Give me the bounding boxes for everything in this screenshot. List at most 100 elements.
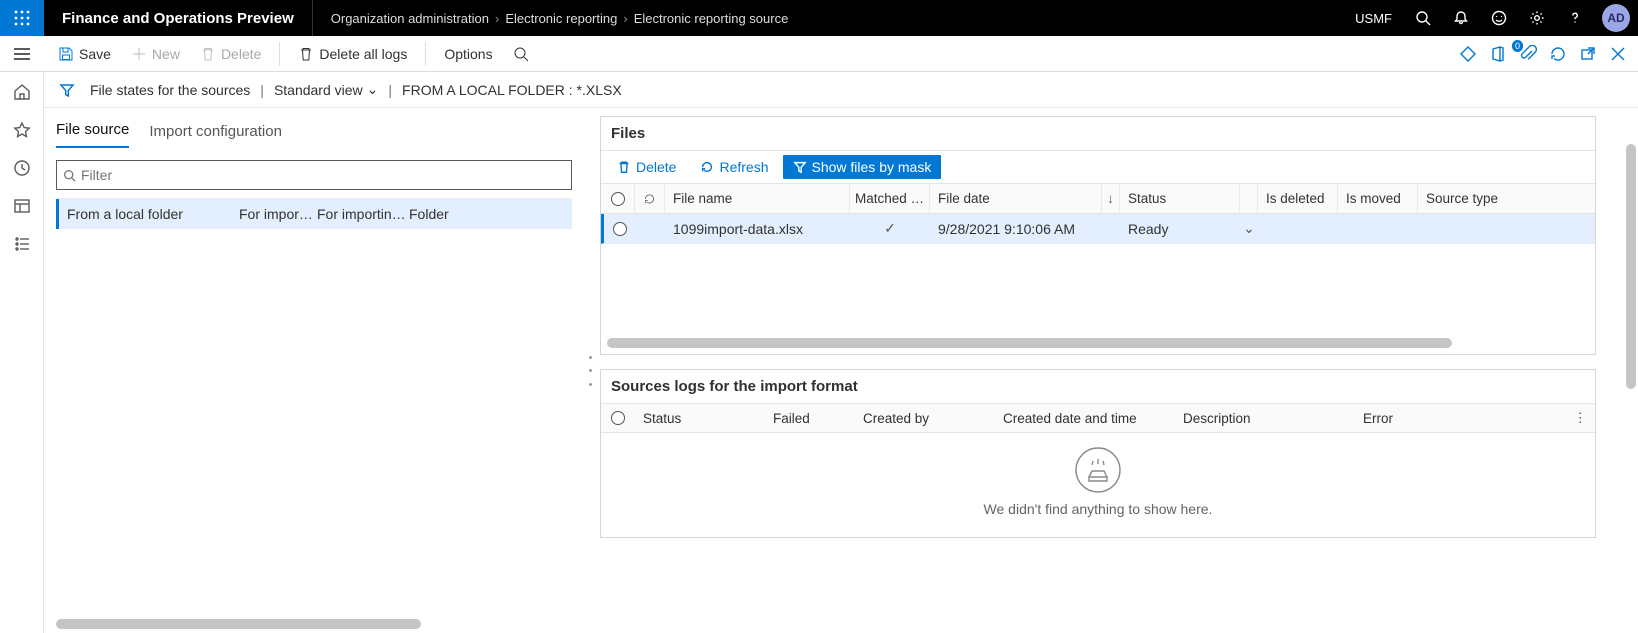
breadcrumb: Organization administration › Electronic… [313, 0, 1343, 36]
chevron-down-icon: ⌄ [367, 81, 379, 98]
col-log-status[interactable]: Status [635, 404, 765, 432]
file-source-panel: File source Import configuration From a … [44, 108, 584, 633]
cell-matched: ✓ [850, 214, 930, 243]
right-panel: Files Delete Refresh Show files by ma [596, 108, 1638, 633]
breadcrumb-item[interactable]: Electronic reporting [505, 11, 617, 26]
breadcrumb-item[interactable]: Electronic reporting source [634, 11, 789, 26]
separator: | [388, 82, 392, 98]
recent-icon[interactable] [12, 158, 32, 178]
action-bar: Save New Delete Delete all logs Options … [0, 36, 1638, 72]
office-icon[interactable] [1488, 44, 1508, 64]
filter-icon[interactable] [54, 82, 80, 98]
delete-button[interactable]: Delete [192, 38, 269, 70]
options-label: Options [444, 46, 492, 62]
filter-input-wrap[interactable] [56, 160, 572, 190]
logs-card: Sources logs for the import format Statu… [600, 369, 1596, 538]
breadcrumb-item[interactable]: Organization administration [331, 11, 489, 26]
col-matched[interactable]: Matched … [850, 184, 930, 213]
col-source-type[interactable]: Source type [1418, 184, 1595, 213]
page-filter-bar: File states for the sources | Standard v… [44, 72, 1638, 108]
attachments-icon[interactable]: 0 [1518, 44, 1538, 64]
feedback-icon[interactable] [1480, 0, 1518, 36]
col-log-error[interactable]: Error [1355, 404, 1566, 432]
view-label: Standard view [274, 82, 363, 98]
options-button[interactable]: Options [436, 38, 500, 70]
avatar[interactable]: AD [1602, 4, 1630, 32]
files-title: Files [601, 117, 1595, 150]
top-bar: Finance and Operations Preview Organizat… [0, 0, 1638, 36]
col-log-created-dt[interactable]: Created date and time [995, 404, 1175, 432]
more-columns-icon[interactable]: ⋮ [1566, 404, 1596, 432]
refresh-icon[interactable] [1548, 44, 1568, 64]
file-source-grid: From a local folder For impor… For impor… [56, 198, 572, 633]
view-selector[interactable]: Standard view ⌄ [274, 81, 378, 98]
save-button[interactable]: Save [50, 38, 119, 70]
fs-col3: For importin… [317, 206, 409, 222]
nav-toggle-button[interactable] [0, 36, 44, 72]
new-label: New [152, 46, 180, 62]
diamond-icon[interactable] [1458, 44, 1478, 64]
notifications-icon[interactable] [1442, 0, 1480, 36]
col-is-deleted[interactable]: Is deleted [1258, 184, 1338, 213]
cell-file-name: 1099import-data.xlsx [665, 214, 850, 243]
files-refresh-label: Refresh [719, 159, 768, 175]
horizontal-scrollbar[interactable] [607, 338, 1589, 348]
col-is-moved[interactable]: Is moved [1338, 184, 1418, 213]
sort-indicator-icon[interactable]: ↓ [1102, 184, 1120, 213]
empty-state: We didn't find anything to show here. [601, 433, 1595, 537]
files-delete-label: Delete [636, 159, 676, 175]
cell-status: Ready [1120, 214, 1240, 243]
col-status[interactable]: Status [1120, 184, 1240, 213]
row-checkbox[interactable] [613, 222, 627, 236]
files-delete-button[interactable]: Delete [607, 155, 686, 179]
tab-file-source[interactable]: File source [56, 121, 129, 148]
select-all-checkbox[interactable] [611, 192, 625, 206]
modules-icon[interactable] [12, 234, 32, 254]
app-launcher-button[interactable] [0, 0, 44, 36]
logs-grid-header: Status Failed Created by Created date an… [601, 403, 1595, 433]
app-title: Finance and Operations Preview [44, 0, 313, 36]
col-file-date[interactable]: File date [930, 184, 1102, 213]
filter-input[interactable] [81, 167, 565, 183]
actionbar-search-button[interactable] [505, 38, 537, 70]
show-files-by-mask-button[interactable]: Show files by mask [783, 155, 942, 179]
files-row[interactable]: 1099import-data.xlsx ✓ 9/28/2021 9:10:06… [601, 214, 1595, 244]
favorites-icon[interactable] [12, 120, 32, 140]
files-card: Files Delete Refresh Show files by ma [600, 116, 1596, 355]
col-log-description[interactable]: Description [1175, 404, 1355, 432]
select-all-checkbox[interactable] [611, 411, 625, 425]
horizontal-scrollbar[interactable] [56, 619, 512, 629]
company-selector[interactable]: USMF [1343, 0, 1404, 36]
col-log-created-by[interactable]: Created by [855, 404, 995, 432]
chevron-down-icon[interactable]: ⌄ [1240, 214, 1258, 243]
col-log-failed[interactable]: Failed [765, 404, 855, 432]
home-icon[interactable] [12, 82, 32, 102]
file-source-row[interactable]: From a local folder For impor… For impor… [56, 199, 572, 229]
help-icon[interactable] [1556, 0, 1594, 36]
settings-icon[interactable] [1518, 0, 1556, 36]
separator [279, 42, 280, 66]
save-label: Save [79, 46, 111, 62]
files-refresh-button[interactable]: Refresh [690, 155, 778, 179]
delete-all-logs-button[interactable]: Delete all logs [290, 38, 415, 70]
files-toolbar: Delete Refresh Show files by mask [601, 150, 1595, 184]
tab-import-configuration[interactable]: Import configuration [149, 123, 282, 148]
separator [425, 42, 426, 66]
page-title: File states for the sources [90, 82, 250, 98]
search-icon[interactable] [1404, 0, 1442, 36]
nav-rail [0, 72, 44, 633]
fs-type: Folder [409, 206, 572, 222]
page-context: FROM A LOCAL FOLDER : *.XLSX [402, 82, 622, 98]
workspaces-icon[interactable] [12, 196, 32, 216]
col-file-name[interactable]: File name [665, 184, 850, 213]
chevron-right-icon: › [623, 11, 627, 26]
refresh-column-icon[interactable] [635, 184, 665, 213]
splitter-handle[interactable] [584, 108, 596, 633]
popout-icon[interactable] [1578, 44, 1598, 64]
close-icon[interactable] [1608, 44, 1628, 64]
fs-col2: For impor… [239, 206, 317, 222]
vertical-scrollbar[interactable] [1624, 144, 1638, 633]
delete-label: Delete [221, 46, 261, 62]
new-button[interactable]: New [123, 38, 188, 70]
show-files-by-mask-label: Show files by mask [812, 159, 932, 175]
